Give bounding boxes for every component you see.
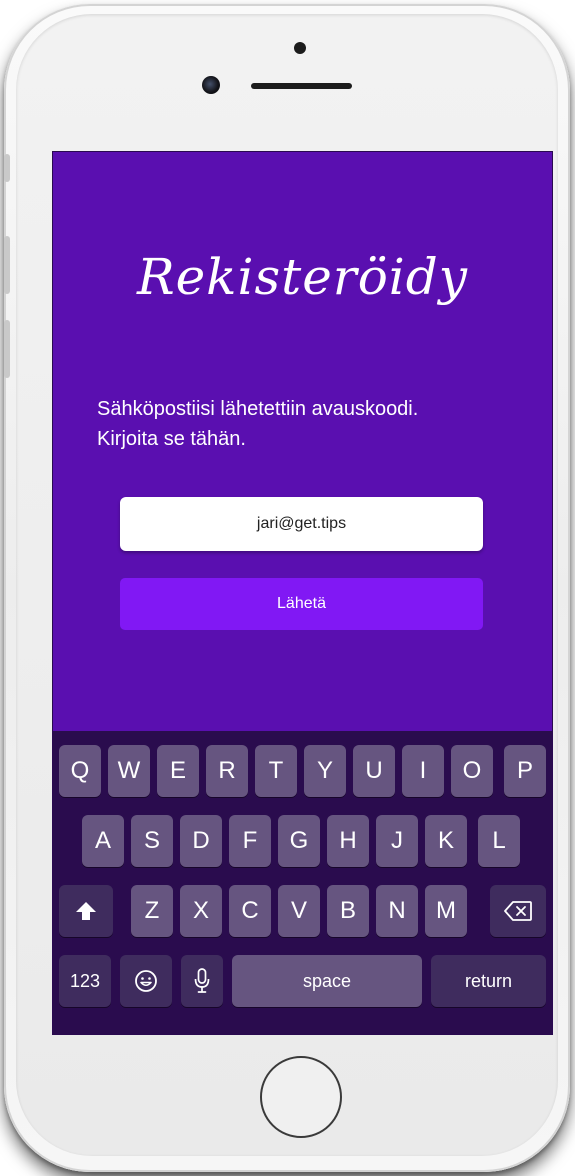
key-p[interactable]: P [504, 745, 546, 797]
key-c[interactable]: C [229, 885, 271, 937]
phone-frame: Rekisteröidy Sähköpostiisi lähetettiin a… [4, 4, 570, 1172]
keyboard: Q W E R T Y U I O P A S D F G H J K L Z … [53, 731, 552, 1034]
backspace-icon [504, 901, 532, 921]
mute-switch [4, 154, 10, 182]
microphone-key[interactable] [181, 955, 223, 1007]
key-o[interactable]: O [451, 745, 493, 797]
emoji-key[interactable] [120, 955, 172, 1007]
key-j[interactable]: J [376, 815, 418, 867]
shift-icon [76, 902, 96, 920]
earpiece-speaker [251, 83, 352, 89]
volume-up-button [4, 236, 10, 294]
key-f[interactable]: F [229, 815, 271, 867]
screen: Rekisteröidy Sähköpostiisi lähetettiin a… [53, 152, 552, 1034]
microphone-icon [194, 968, 210, 993]
key-e[interactable]: E [157, 745, 199, 797]
instruction-line-1: Sähköpostiisi lähetettiin avauskoodi. [97, 398, 419, 420]
key-b[interactable]: B [327, 885, 369, 937]
email-field[interactable] [120, 497, 483, 551]
key-q[interactable]: Q [59, 745, 101, 797]
key-t[interactable]: T [255, 745, 297, 797]
proximity-sensor [294, 42, 306, 54]
key-m[interactable]: M [425, 885, 467, 937]
key-d[interactable]: D [180, 815, 222, 867]
key-y[interactable]: Y [304, 745, 346, 797]
return-key[interactable]: return [431, 955, 546, 1007]
key-l[interactable]: L [478, 815, 520, 867]
space-key[interactable]: space [232, 955, 422, 1007]
instruction-line-2: Kirjoita se tähän. [97, 428, 246, 450]
shift-key[interactable] [59, 885, 113, 937]
key-w[interactable]: W [108, 745, 150, 797]
home-button[interactable] [260, 1056, 342, 1138]
key-n[interactable]: N [376, 885, 418, 937]
key-g[interactable]: G [278, 815, 320, 867]
front-camera [202, 76, 220, 94]
key-k[interactable]: K [425, 815, 467, 867]
page-title: Rekisteröidy [136, 248, 469, 306]
key-r[interactable]: R [206, 745, 248, 797]
key-a[interactable]: A [82, 815, 124, 867]
key-s[interactable]: S [131, 815, 173, 867]
key-i[interactable]: I [402, 745, 444, 797]
instruction-text: Sähköpostiisi lähetettiin avauskoodi. Ki… [97, 394, 517, 454]
emoji-icon [135, 970, 157, 992]
volume-down-button [4, 320, 10, 378]
backspace-key[interactable] [490, 885, 546, 937]
key-u[interactable]: U [353, 745, 395, 797]
key-v[interactable]: V [278, 885, 320, 937]
key-z[interactable]: Z [131, 885, 173, 937]
numbers-key[interactable]: 123 [59, 955, 111, 1007]
send-button[interactable]: Lähetä [120, 578, 483, 630]
key-h[interactable]: H [327, 815, 369, 867]
key-x[interactable]: X [180, 885, 222, 937]
